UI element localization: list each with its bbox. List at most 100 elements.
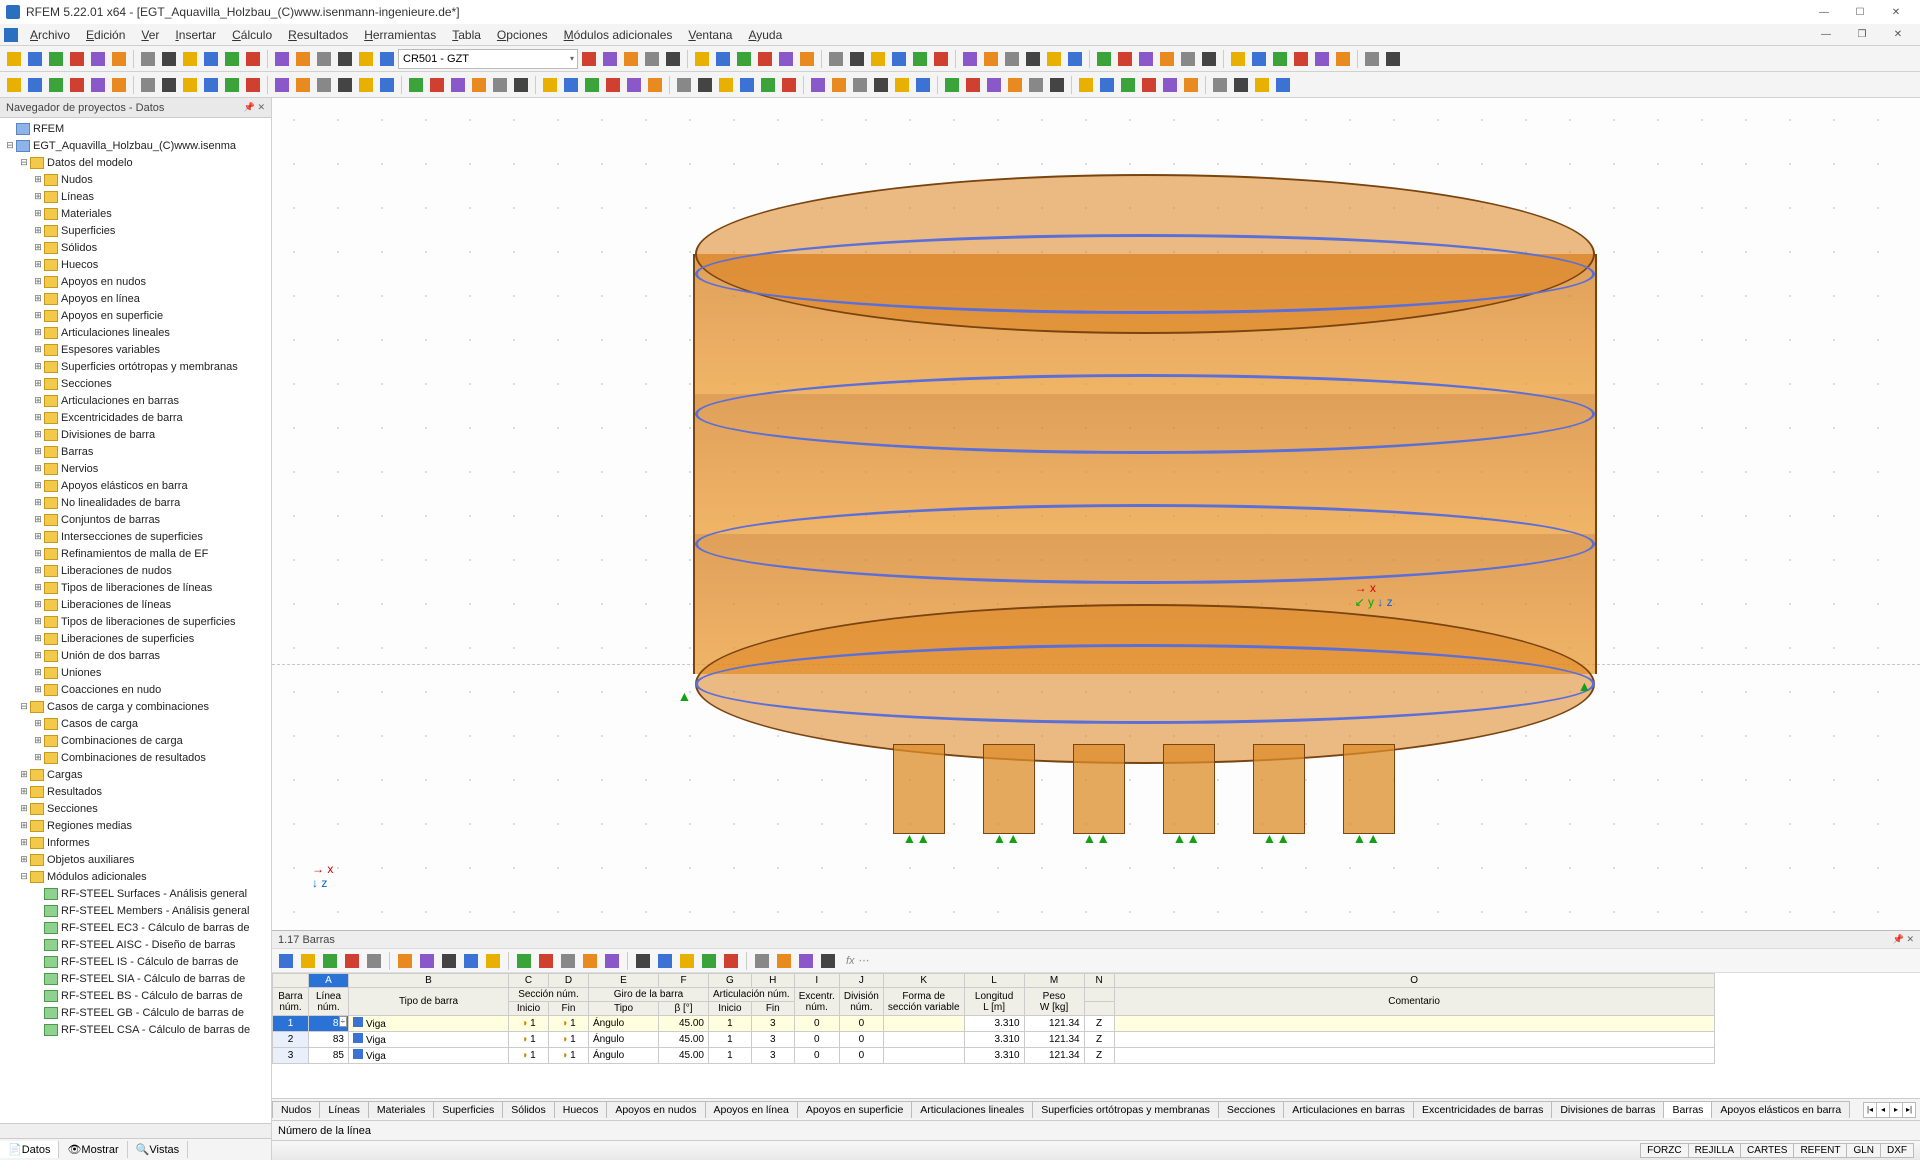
table-tab[interactable]: Líneas [319,1101,369,1118]
table-tool-button[interactable] [461,951,481,971]
table-tool-button[interactable] [342,951,362,971]
menu-ayuda[interactable]: Ayuda [740,26,790,44]
tree-item[interactable]: ⊞Coacciones en nudo [0,681,271,698]
table-tool-button[interactable] [364,951,384,971]
tree-item[interactable]: ⊞Combinaciones de carga [0,732,271,749]
table-tool-button[interactable] [602,951,622,971]
toolbar-button[interactable] [826,49,846,69]
tree-item[interactable]: ⊞Líneas [0,188,271,205]
toolbar-button[interactable] [222,49,242,69]
nav-tab-mostrar[interactable]: 👁 Mostrar [59,1141,127,1158]
toolbar-button[interactable] [46,49,66,69]
menu-módulos adicionales[interactable]: Módulos adicionales [556,26,681,44]
toolbar-button[interactable] [243,75,263,95]
toolbar-button[interactable] [1160,75,1180,95]
toolbar-button[interactable] [797,49,817,69]
table-row[interactable]: 283Viga◑ 1◑ 1Ángulo45.0013003.310121.34Z [273,1032,1715,1048]
table-tool-button[interactable] [558,951,578,971]
tree-item[interactable]: ⊞Divisiones de barra [0,426,271,443]
toolbar-button[interactable] [850,75,870,95]
toolbar-button[interactable] [469,75,489,95]
toolbar-button[interactable] [1291,49,1311,69]
toolbar-button[interactable] [737,75,757,95]
toolbar-button[interactable] [1139,75,1159,95]
table-tool-button[interactable] [818,951,838,971]
toolbar-button[interactable] [692,49,712,69]
tree-item[interactable]: ⊞Huecos [0,256,271,273]
toolbar-button[interactable] [1333,49,1353,69]
toolbar-button[interactable] [1044,49,1064,69]
tree-project[interactable]: ⊟EGT_Aquavilla_Holzbau_(C)www.isenma [0,137,271,154]
toolbar-button[interactable] [695,75,715,95]
tree-loadcases[interactable]: ⊟Casos de carga y combinaciones [0,698,271,715]
toolbar-button[interactable] [734,49,754,69]
table-tab[interactable]: Superficies ortótropas y membranas [1032,1101,1219,1118]
toolbar-button[interactable] [335,49,355,69]
table-tab[interactable]: Articulaciones lineales [911,1101,1033,1118]
tab-nav-button[interactable]: |◂ [1863,1102,1877,1118]
table-tab[interactable]: Superficies [433,1101,503,1118]
table-tool-button[interactable] [395,951,415,971]
mdi-restore[interactable]: ❐ [1844,24,1880,46]
table-tab[interactable]: Apoyos elásticos en barra [1711,1101,1850,1118]
toolbar-button[interactable] [109,49,129,69]
toolbar-button[interactable] [663,49,683,69]
toolbar-button[interactable] [1252,75,1272,95]
toolbar-button[interactable] [511,75,531,95]
table-tool-button[interactable] [721,951,741,971]
toolbar-button[interactable] [201,75,221,95]
tree-module[interactable]: RF-STEEL AISC - Diseño de barras [0,936,271,953]
tree-item[interactable]: ⊞Apoyos en superficie [0,307,271,324]
tree-item[interactable]: ⊞Liberaciones de superficies [0,630,271,647]
tree-module[interactable]: RF-STEEL Surfaces - Análisis general [0,885,271,902]
menu-opciones[interactable]: Opciones [489,26,556,44]
toolbar-button[interactable] [1094,49,1114,69]
tree-item[interactable]: ⊞Regiones medias [0,817,271,834]
toolbar-button[interactable] [910,49,930,69]
tree-item[interactable]: ⊞No linealidades de barra [0,494,271,511]
table-tab[interactable]: Secciones [1218,1101,1284,1118]
menu-ver[interactable]: Ver [133,26,167,44]
tree-item[interactable]: ⊞Intersecciones de superficies [0,528,271,545]
minimize-button[interactable]: — [1806,1,1842,23]
tree-item[interactable]: ⊞Superficies ortótropas y membranas [0,358,271,375]
table-tab[interactable]: Articulaciones en barras [1283,1101,1414,1118]
tree-item[interactable]: ⊞Apoyos en nudos [0,273,271,290]
toolbar-button[interactable] [25,75,45,95]
toolbar-button[interactable] [25,49,45,69]
toolbar-button[interactable] [1362,49,1382,69]
tree-item[interactable]: ⊞Sólidos [0,239,271,256]
tree-item[interactable]: ⊞Conjuntos de barras [0,511,271,528]
table-tab[interactable]: Barras [1663,1101,1712,1118]
toolbar-button[interactable] [642,49,662,69]
table-tool-button[interactable] [320,951,340,971]
table-tool-button[interactable] [655,951,675,971]
tab-nav-button[interactable]: ▸ [1889,1102,1903,1118]
toolbar-button[interactable] [448,75,468,95]
tree-item[interactable]: ⊞Materiales [0,205,271,222]
table-tab[interactable]: Materiales [368,1101,434,1118]
table-tool-button[interactable] [677,951,697,971]
toolbar-button[interactable] [4,49,24,69]
tree-item[interactable]: ⊞Informes [0,834,271,851]
tree-item[interactable]: ⊞Espesores variables [0,341,271,358]
nav-tab-datos[interactable]: 📄 Datos [0,1141,59,1158]
tree-addmodules[interactable]: ⊟Módulos adicionales [0,868,271,885]
toolbar-button[interactable] [582,75,602,95]
toolbar-button[interactable] [889,49,909,69]
toolbar-button[interactable] [201,49,221,69]
menu-cálculo[interactable]: Cálculo [224,26,280,44]
toolbar-button[interactable] [758,75,778,95]
tree-item[interactable]: ⊞Liberaciones de líneas [0,596,271,613]
toolbar-button[interactable] [67,49,87,69]
tree-item[interactable]: ⊞Unión de dos barras [0,647,271,664]
toolbar-button[interactable] [1136,49,1156,69]
toolbar-button[interactable] [984,75,1004,95]
table-tool-button[interactable] [774,951,794,971]
toolbar-button[interactable] [180,49,200,69]
tree-item[interactable]: ⊞Apoyos en línea [0,290,271,307]
toolbar-button[interactable] [674,75,694,95]
toolbar-button[interactable] [1273,75,1293,95]
navigator-tree[interactable]: RFEM⊟EGT_Aquavilla_Holzbau_(C)www.isenma… [0,118,271,1123]
load-case-selector[interactable]: CR501 - GZT [398,49,578,69]
